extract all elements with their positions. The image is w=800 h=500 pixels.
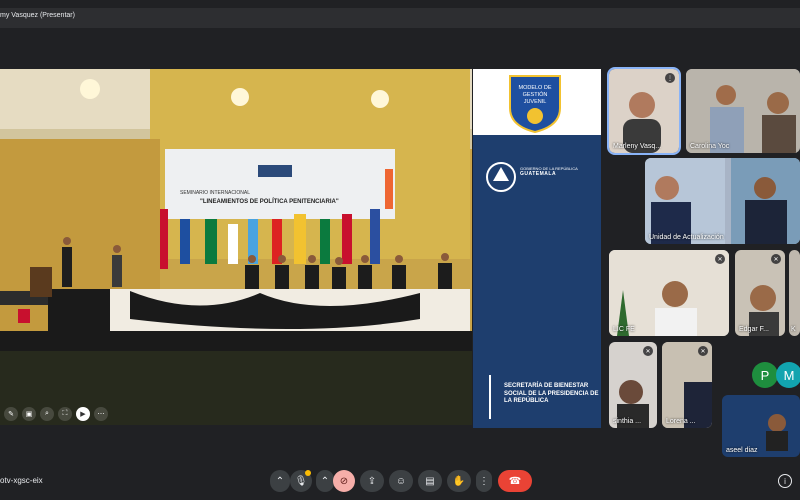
participant-video [609, 250, 729, 336]
participant-video [645, 158, 800, 244]
presenter-label: my Vasquez (Presentar) [0, 12, 75, 19]
mic-off-icon: ✕ [771, 254, 781, 264]
banner-line2: "LINEAMIENTOS DE POLÍTICA PENITENCIARIA" [200, 197, 339, 205]
participant-name: LIC FE [613, 326, 635, 333]
screen-overlay-tools: ✎ ▣ ⌕ ⛶ ▶ ⋯ [4, 407, 108, 421]
speaking-icon: ⋮ [665, 73, 675, 83]
mic-icon: 🎙 [294, 475, 308, 487]
pen-icon[interactable]: ✎ [4, 407, 18, 421]
more-options-button[interactable]: ⋮ [476, 470, 492, 492]
top-bar [0, 8, 800, 28]
participant-tile[interactable]: Unidad de Actualización [645, 158, 800, 244]
banner-line1: SEMINARIO INTERNACIONAL [180, 190, 250, 196]
leave-call-button[interactable]: ☎ [498, 470, 532, 492]
mic-off-icon: ✕ [715, 254, 725, 264]
secretaria-text: SECRETARÍA DE BIENESTAR SOCIAL DE LA PRE… [504, 383, 599, 404]
participant-name: Edgar F... [739, 326, 769, 333]
guatemala-emblem-icon [486, 162, 516, 192]
participant-tile[interactable]: ✕ sinthia ... [609, 342, 657, 428]
meeting-code: otv-xgsc-eix [0, 476, 43, 485]
divider [489, 375, 491, 419]
chevron-up-icon: ⌃ [320, 475, 330, 487]
participant-name: aseel diaz [726, 447, 758, 454]
conference-photo: SEMINARIO INTERNACIONAL "LINEAMIENTOS DE… [0, 69, 472, 425]
slide-side-panel: MODELO DE GESTIÓN JUVENIL GOBIERNO DE LA… [473, 69, 601, 428]
more-vert-icon: ⋮ [479, 475, 489, 487]
captions-icon: ▤ [425, 475, 435, 487]
save-icon[interactable]: ▣ [22, 407, 36, 421]
participant-tile[interactable]: Carolina Yoc [686, 69, 800, 153]
self-view-tile[interactable]: aseel diaz [722, 395, 800, 457]
camera-icon[interactable]: ▶ [76, 407, 90, 421]
participant-tile[interactable]: K [789, 250, 800, 336]
present-button[interactable]: ⇪ [360, 470, 384, 492]
shared-screen: SEMINARIO INTERNACIONAL "LINEAMIENTOS DE… [0, 69, 472, 425]
participant-name: Carolina Yoc [690, 143, 730, 150]
participant-name: Marleny Vasq... [613, 143, 662, 150]
zoom-icon[interactable]: ⌕ [40, 407, 54, 421]
participant-name: K [791, 326, 796, 333]
mic-options-button[interactable]: ⌃ [270, 470, 290, 492]
participant-name: Lorena ... [666, 418, 696, 425]
gov-big-text: GUATEMALA [520, 171, 557, 178]
hang-up-icon: ☎ [508, 475, 522, 487]
shield-logo-icon: MODELO DE GESTIÓN JUVENIL [509, 75, 561, 134]
chevron-up-icon: ⌃ [275, 475, 285, 487]
logo-area: MODELO DE GESTIÓN JUVENIL [473, 69, 601, 135]
mic-off-icon: ✕ [643, 346, 653, 356]
government-label: GOBIERNO DE LA REPÚBLICA GUATEMALA [520, 166, 596, 178]
present-screen-icon: ⇪ [367, 475, 377, 487]
meeting-info-button[interactable]: i [778, 474, 792, 488]
hand-icon: ✋ [452, 475, 466, 487]
participant-tile[interactable]: ⋮ Marleny Vasq... [607, 67, 681, 155]
participant-video [686, 69, 800, 153]
mic-off-icon: ✕ [698, 346, 708, 356]
camera-button[interactable]: ⊘ [333, 470, 355, 492]
raise-hand-button[interactable]: ✋ [447, 470, 471, 492]
captions-button[interactable]: ▤ [418, 470, 442, 492]
camera-off-icon: ⊘ [339, 475, 349, 487]
logo-line2: GESTIÓN [523, 91, 548, 98]
logo-line1: MODELO DE [518, 85, 551, 91]
reactions-button[interactable]: ☺ [389, 470, 413, 492]
info-icon: i [784, 476, 786, 486]
participant-avatar[interactable]: P [752, 362, 778, 388]
fullscreen-icon[interactable]: ⛶ [58, 407, 72, 421]
participant-name: sinthia ... [613, 418, 642, 425]
camera-options-button[interactable]: ⌃ [316, 470, 334, 492]
participant-avatar[interactable]: M [776, 362, 800, 388]
smiley-icon: ☺ [395, 475, 407, 487]
more-icon[interactable]: ⋯ [94, 407, 108, 421]
participant-tile[interactable]: ✕ Edgar F... [735, 250, 785, 336]
notification-dot [305, 470, 311, 476]
logo-line3: JUVENIL [524, 99, 547, 105]
participant-name: Unidad de Actualización [649, 234, 724, 241]
participant-tile[interactable]: ✕ LIC FE [609, 250, 729, 336]
participant-tile[interactable]: ✕ Lorena ... [662, 342, 712, 428]
